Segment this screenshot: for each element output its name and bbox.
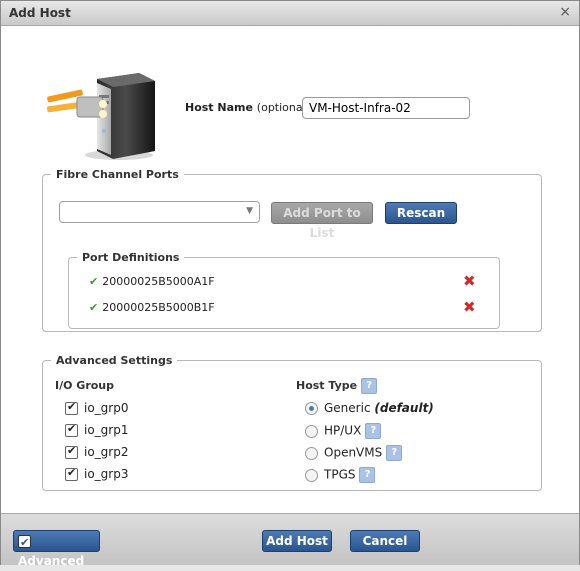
host-type-radio-row[interactable]: Generic (default) — [305, 401, 434, 415]
port-definitions-group: Port Definitions ✔ 20000025B5000A1F ✖ ✔ 20… — [68, 251, 500, 329]
host-name-label: Host Name (optional): — [185, 101, 314, 114]
port-row: ✔ 20000025B5000B1F — [89, 301, 215, 314]
help-icon[interactable]: ? — [359, 467, 376, 483]
checkbox-label: io_grp2 — [84, 445, 129, 459]
check-icon: ✔ — [20, 536, 30, 549]
dialog-footer: ✔ Advanced Add Host Cancel — [1, 513, 579, 568]
port-wwpn: 20000025B5000A1F — [102, 275, 215, 288]
check-icon: ✔ — [67, 400, 77, 413]
check-icon: ✔ — [67, 466, 77, 479]
checkbox-label: io_grp1 — [84, 423, 129, 437]
advanced-toggle-button[interactable]: ✔ Advanced — [13, 530, 100, 568]
dialog-title: Add Host — [9, 6, 71, 20]
host-name-label-text: Host Name — [185, 101, 253, 114]
help-icon[interactable]: ? — [365, 423, 382, 439]
checkbox-label: io_grp0 — [84, 401, 129, 415]
delete-icon[interactable]: ✖ — [463, 298, 476, 316]
port-wwpn: 20000025B5000B1F — [102, 301, 215, 314]
port-definitions-legend: Port Definitions — [82, 251, 180, 264]
io-group-checkbox-row[interactable]: ✔ io_grp1 — [65, 422, 129, 437]
host-type-heading: Host Type? — [296, 378, 378, 394]
add-port-to-list-button[interactable]: Add Port to List — [271, 202, 373, 240]
help-icon[interactable]: ? — [386, 445, 403, 461]
cancel-button[interactable]: Cancel — [350, 530, 420, 552]
checkbox[interactable]: ✔ — [65, 444, 78, 459]
checkbox[interactable]: ✔ — [65, 400, 78, 415]
advanced-settings-legend: Advanced Settings — [56, 354, 173, 367]
rescan-button[interactable]: Rescan — [385, 202, 457, 224]
host-type-radio-row[interactable]: TPGS? — [305, 467, 376, 483]
advanced-settings-group: Advanced Settings I/O Group ✔ io_grp0 ✔ io… — [42, 354, 542, 491]
host-type-radio-row[interactable]: OpenVMS? — [305, 445, 403, 461]
check-icon: ✔ — [67, 444, 77, 457]
radio-button[interactable] — [305, 402, 318, 415]
check-icon: ✔ — [89, 301, 99, 314]
fibre-channel-ports-legend: Fibre Channel Ports — [56, 168, 179, 181]
delete-icon[interactable]: ✖ — [463, 272, 476, 290]
io-group-checkbox-row[interactable]: ✔ io_grp0 — [65, 400, 129, 415]
close-icon[interactable]: × — [559, 4, 571, 20]
help-icon[interactable]: ? — [361, 378, 378, 394]
radio-label: HP/UX — [324, 423, 362, 438]
radio-label: OpenVMS — [324, 445, 383, 460]
radio-button[interactable] — [305, 446, 318, 460]
radio-label: Generic — [324, 401, 371, 415]
radio-label-suffix: (default) — [374, 401, 434, 415]
checkbox[interactable]: ✔ — [65, 422, 78, 437]
fibre-channel-ports-group: Fibre Channel Ports ▼ Add Port to List R… — [42, 168, 542, 332]
chevron-down-icon: ▼ — [246, 206, 253, 216]
add-host-button[interactable]: Add Host — [262, 530, 332, 552]
port-select-dropdown[interactable]: ▼ — [59, 201, 260, 223]
port-row: ✔ 20000025B5000A1F — [89, 275, 215, 288]
host-name-input[interactable] — [302, 97, 470, 119]
io-group-checkbox-row[interactable]: ✔ io_grp3 — [65, 466, 129, 481]
check-icon: ✔ — [67, 422, 77, 435]
io-group-checkbox-row[interactable]: ✔ io_grp2 — [65, 444, 129, 459]
checkbox-label: io_grp3 — [84, 467, 129, 481]
fibre-host-icon — [47, 73, 155, 160]
title-bar: Add Host × — [1, 1, 579, 26]
checkbox[interactable]: ✔ — [65, 466, 78, 481]
checkbox[interactable]: ✔ — [18, 535, 31, 549]
advanced-toggle-label: Advanced — [18, 554, 85, 568]
io-group-heading: I/O Group — [55, 379, 115, 392]
radio-button[interactable] — [305, 468, 318, 482]
host-type-heading-text: Host Type — [296, 379, 358, 392]
radio-label: TPGS — [324, 467, 356, 482]
radio-button[interactable] — [305, 424, 318, 438]
add-host-dialog: Add Host × Host Name (optional): Fibre C… — [0, 0, 580, 568]
host-type-radio-row[interactable]: HP/UX? — [305, 423, 382, 439]
check-icon: ✔ — [89, 275, 99, 288]
